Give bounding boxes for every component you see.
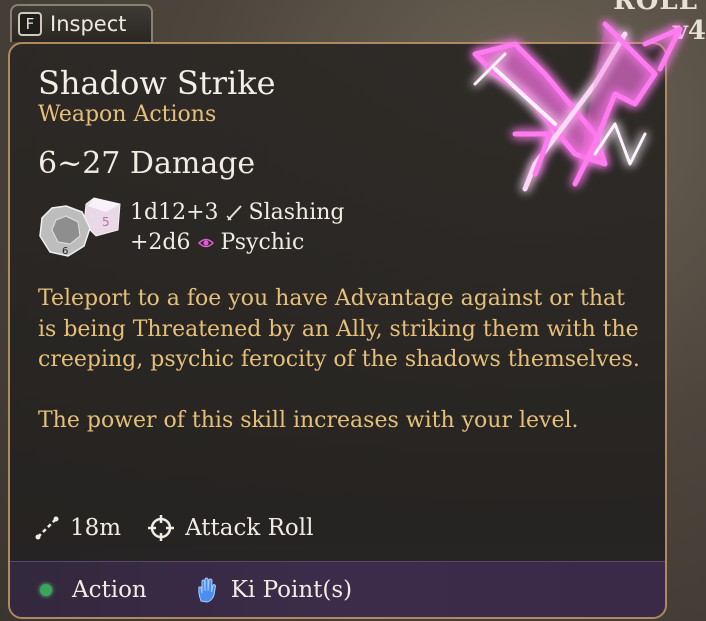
action-cost: Action <box>40 577 147 603</box>
attack-roll-label: Attack Roll <box>185 515 314 541</box>
target-icon <box>148 515 175 541</box>
roll-type-1: Slashing <box>248 200 345 225</box>
action-label: Action <box>72 576 147 603</box>
damage-roll-psychic: +2d6 Psychic <box>130 230 304 255</box>
inspect-label: Inspect <box>50 12 127 36</box>
spell-description: Teleport to a foe you have Advantage aga… <box>38 284 648 436</box>
ki-cost: Ki Point(s) <box>147 577 352 603</box>
range-value: 18m <box>70 515 122 541</box>
cost-footer: Action Ki Point(s) <box>10 561 665 617</box>
ki-hand-icon <box>198 577 216 603</box>
description-paragraph: Teleport to a foe you have Advantage aga… <box>38 286 640 372</box>
range-stat: 18m <box>34 515 121 541</box>
ki-label: Ki Point(s) <box>230 576 353 603</box>
psychic-icon <box>197 238 214 247</box>
damage-roll-slashing: 1d12+3 Slashing <box>130 200 345 225</box>
d6-face-number: 5 <box>102 215 110 229</box>
roll-type-2: Psychic <box>220 230 305 255</box>
spell-title: Shadow Strike <box>38 64 276 102</box>
attack-roll-stat: Attack Roll <box>147 514 314 542</box>
action-dot-icon <box>40 583 52 596</box>
shadow-strike-spell-icon <box>472 21 683 192</box>
range-icon <box>35 516 59 540</box>
spell-category: Weapon Actions <box>38 102 217 127</box>
slashing-icon <box>225 204 242 221</box>
roll-dice-1: 1d12+3 <box>130 200 219 225</box>
roll-dice-2: +2d6 <box>130 230 191 255</box>
spell-meta-row: 18m Attack Roll <box>34 514 340 542</box>
dice-icon: 5 6 <box>39 197 121 257</box>
damage-range: 6~27 Damage <box>38 146 256 181</box>
inspect-tab[interactable]: F Inspect <box>10 4 153 42</box>
d12-face-number: 6 <box>62 246 68 257</box>
inspect-key-badge: F <box>18 12 42 36</box>
description-paragraph: The power of this skill increases with y… <box>38 407 579 433</box>
